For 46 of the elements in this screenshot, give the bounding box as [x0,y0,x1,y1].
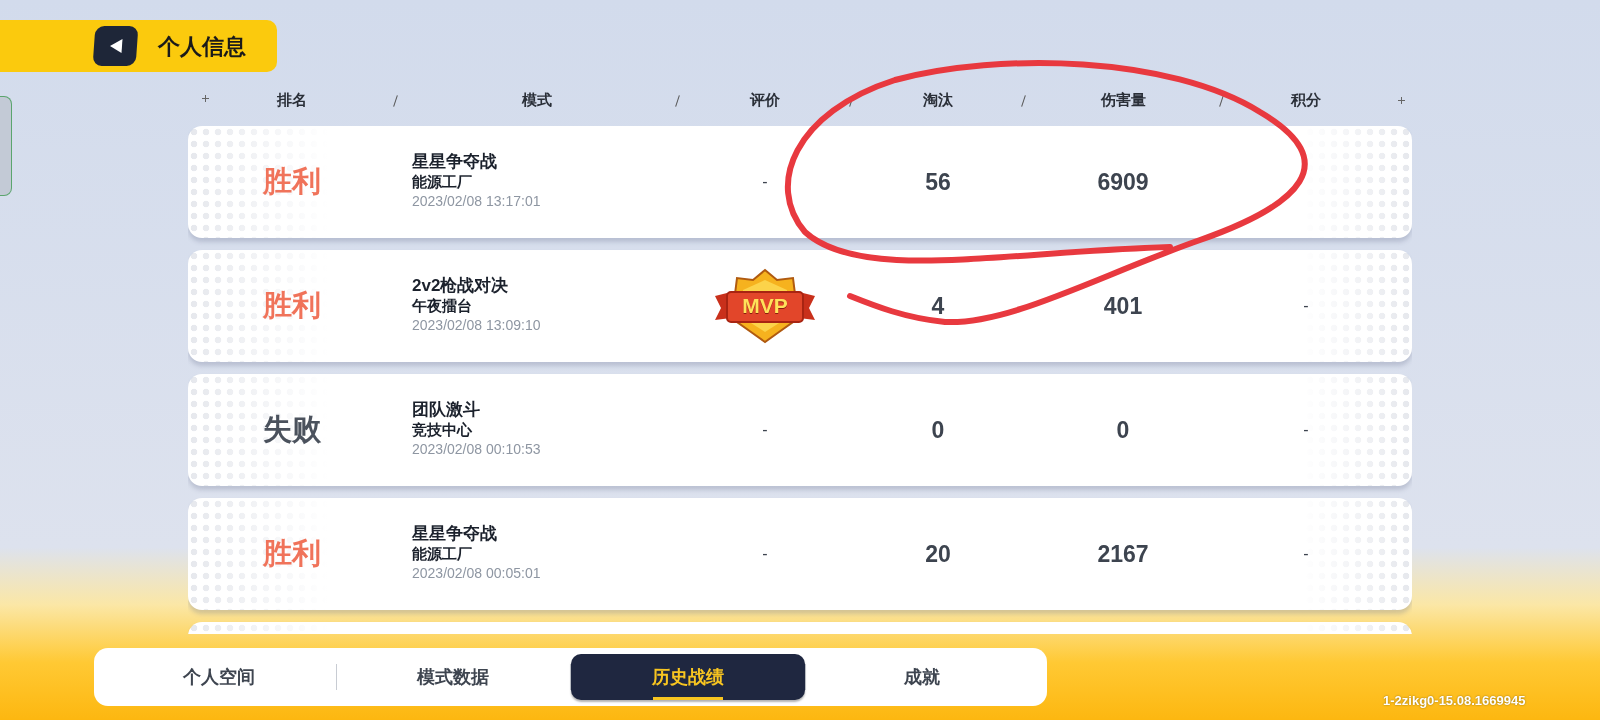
version-label: 1-2zikg0-15.08.1669945 [1383,691,1526,710]
side-tab-handle[interactable] [0,96,12,196]
points-value: - [1303,420,1309,440]
match-time: 2023/02/08 00:05:01 [412,563,541,583]
plus-icon [1397,96,1405,104]
rating-value: - [762,172,768,192]
column-header: 评价 [750,90,780,108]
nav-tab[interactable]: 个人空间 [102,654,336,700]
map-name: 能源工厂 [412,544,472,563]
result-label: 失败 [262,412,322,448]
mode-name: 团队激斗 [412,400,480,421]
map-name: 能源工厂 [412,172,472,191]
result-label: 胜利 [262,164,322,200]
eliminations-value: 56 [925,167,951,197]
map-name: 竞技中心 [412,420,472,439]
back-button[interactable] [92,26,139,66]
column-header: 伤害量 [1100,90,1146,108]
plus-icon [202,94,209,102]
eliminations-value: 0 [931,415,945,445]
points-value: - [1303,544,1309,564]
nav-tab[interactable]: 成就 [805,654,1039,700]
nav-tab[interactable]: 历史战绩 [571,654,805,700]
damage-value: 401 [1103,291,1143,321]
damage-value: 6909 [1097,167,1149,197]
column-header: 模式 [522,90,552,108]
match-time: 2023/02/08 00:10:53 [412,439,541,459]
rating-value: - [762,420,768,440]
column-header: 积分 [1291,90,1321,108]
result-label: 胜利 [262,536,322,572]
page-title: 个人信息 [158,32,246,61]
mode-name: 星星争夺战 [412,152,497,173]
result-label: 胜利 [262,288,322,324]
match-time: 2023/02/08 13:09:10 [412,315,541,335]
eliminations-value: 20 [925,539,951,569]
eliminations-value: 4 [931,291,945,321]
column-header: 淘汰 [923,90,953,108]
nav-tab[interactable]: 模式数据 [336,654,570,700]
rating-value: - [762,544,768,564]
damage-value: 2167 [1097,539,1149,569]
map-name: 午夜擂台 [412,296,472,315]
points-value: - [1303,296,1309,316]
match-time: 2023/02/08 13:17:01 [412,191,541,211]
mode-name: 星星争夺战 [412,524,497,545]
column-header: 排名 [277,90,307,108]
damage-value: 0 [1116,415,1130,445]
mode-name: 2v2枪战对决 [412,276,509,297]
